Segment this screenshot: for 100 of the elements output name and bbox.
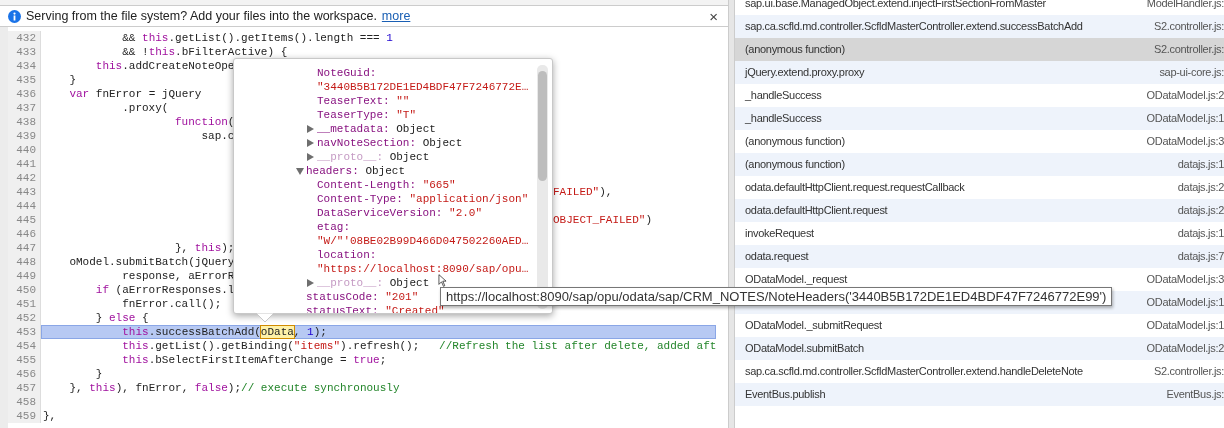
code-line: && this.getList().getItems().length === 1	[121, 31, 393, 45]
property-line: etag:	[317, 220, 350, 234]
property-line: __proto__: Object	[317, 150, 430, 164]
function-name: odata.defaultHttpClient.request.requestCallback	[745, 180, 965, 195]
code-line: }	[68, 73, 76, 87]
line-number: 456	[8, 367, 41, 381]
line-number: 452	[8, 311, 41, 325]
property-line: __proto__: Object	[317, 276, 430, 290]
line-number: 451	[8, 297, 41, 311]
property-line: headers: Object	[306, 164, 406, 178]
line-number: 459	[8, 409, 41, 423]
line-number: 435	[8, 73, 41, 87]
code-line: }, this);	[174, 241, 235, 255]
property-value: "https://localhost:8090/sap/opu…	[317, 262, 529, 276]
code-line: && !this.bFilterActive) {	[121, 45, 288, 59]
line-number: 433	[8, 45, 41, 59]
file-location: sap-ui-core.js:	[1159, 65, 1224, 80]
property-value: "3440B5B172DE1ED4BDF47F7246772E…	[317, 80, 529, 94]
line-number: 442	[8, 171, 41, 185]
function-name: jQuery.extend.proxy.proxy	[745, 65, 865, 80]
file-location: ODataModel.js:2	[1146, 341, 1224, 356]
file-location: ODataModel.js:2	[1146, 88, 1224, 103]
property-line: statusCode: "201"	[306, 290, 419, 304]
code-line: }	[94, 367, 103, 381]
file-location: S2.controller.js:	[1153, 42, 1224, 57]
code-line: if (aErrorResponses.l	[94, 283, 235, 297]
line-number: 450	[8, 283, 41, 297]
code-line: this.addCreateNoteOpe	[94, 59, 235, 73]
function-name: invokeRequest	[745, 226, 814, 241]
function-name: ODataModel._request	[745, 272, 847, 287]
code-line: var fnError = jQuery	[68, 87, 202, 101]
line-number: 454	[8, 339, 41, 353]
line-number: 441	[8, 157, 41, 171]
file-location: datajs.js:7	[1177, 249, 1224, 264]
code-line: function(	[174, 115, 235, 129]
code-line: response, aErrorR	[121, 269, 235, 283]
property-line: location:	[317, 248, 377, 262]
function-name: sap.ca.scfld.md.controller.ScfldMasterController.extend.handleDeleteNote	[745, 364, 1083, 379]
function-name: ODataModel.submitBatch	[745, 341, 864, 356]
property-line: navNoteSection: Object	[317, 136, 463, 150]
file-location: EventBus.js:	[1166, 387, 1224, 402]
code-line: fnError.call();	[121, 297, 222, 311]
line-number: 436	[8, 87, 41, 101]
function-name: sap.ui.base.ManagedObject.extend.injectFirstSectionFromMaster	[745, 0, 1046, 11]
function-name: (anonymous function)	[745, 134, 845, 149]
line-number: 438	[8, 115, 41, 129]
code-line: oModel.submitBatch(jQuery	[68, 255, 235, 269]
code-line: },	[42, 409, 57, 423]
file-location: ModelHandler.js:	[1146, 0, 1224, 11]
code-line: } else {	[94, 311, 149, 325]
line-number: 432	[8, 31, 41, 45]
line-number: 439	[8, 129, 41, 143]
file-location: datajs.js:2	[1177, 203, 1224, 218]
line-number: 457	[8, 381, 41, 395]
info-message: Serving from the file system? Add your files into the workspace.	[26, 7, 377, 25]
line-number: 437	[8, 101, 41, 115]
code-line: .proxy(	[121, 101, 169, 115]
url-tooltip: https://localhost:8090/sap/opu/odata/sap/CRM_NOTES/NoteHeaders('3440B5B172DE1ED4BDF47F7246772E99')	[440, 287, 1113, 306]
line-number: 434	[8, 59, 41, 73]
code-line: this.bSelectFirstItemAfterChange = true;	[121, 353, 387, 367]
property-line: TeaserText: ""	[317, 94, 410, 108]
code-line: sap.c	[200, 129, 235, 143]
line-number: 447	[8, 241, 41, 255]
property-line: TeaserType: "T"	[317, 108, 417, 122]
line-number: 448	[8, 255, 41, 269]
property-line: NoteGuid:	[317, 66, 377, 80]
property-line: __metadata: Object	[317, 122, 436, 136]
line-number: 445	[8, 213, 41, 227]
line-number: 458	[8, 395, 41, 409]
file-location: datajs.js:2	[1177, 180, 1224, 195]
function-name: (anonymous function)	[745, 42, 845, 57]
property-line: DataServiceVersion: "2.0"	[317, 206, 483, 220]
code-fragment: FAILED"),	[552, 185, 613, 199]
function-name: odata.defaultHttpClient.request	[745, 203, 888, 218]
function-name: sap.ca.scfld.md.controller.ScfldMasterController.extend.successBatchAdd	[745, 19, 1083, 34]
function-name: (anonymous function)	[745, 157, 845, 172]
line-number: 446	[8, 227, 41, 241]
file-location: S2.controller.js:	[1153, 364, 1224, 379]
property-line: Content-Length: "665"	[317, 178, 456, 192]
function-name: _handleSuccess	[745, 111, 822, 126]
property-value: "W/"'08BE02B99D466D047502260AED…	[317, 234, 529, 248]
function-name: odata.request	[745, 249, 809, 264]
file-location: ODataModel.js:3	[1146, 272, 1224, 287]
code-fragment: OBJECT_FAILED")	[552, 213, 653, 227]
line-number: 444	[8, 199, 41, 213]
code-line: }, this), fnError, false);// execute synchronously	[68, 381, 400, 395]
file-location: datajs.js:1	[1177, 226, 1224, 241]
line-number: 443	[8, 185, 41, 199]
file-location: ODataModel.js:1	[1146, 318, 1224, 333]
function-name: _handleSuccess	[745, 88, 822, 103]
function-name: EventBus.publish	[745, 387, 826, 402]
file-location: S2.controller.js:	[1153, 19, 1224, 34]
code-line: this.getList().getBinding("items").refresh(); //Refresh the list after delete, added aft	[121, 339, 717, 353]
file-location: ODataModel.js:3	[1146, 134, 1224, 149]
function-name: ODataModel._submitRequest	[745, 318, 882, 333]
line-number: 449	[8, 269, 41, 283]
file-location: ODataModel.js:1	[1146, 111, 1224, 126]
line-number: 453	[8, 325, 41, 339]
line-number: 440	[8, 143, 41, 157]
file-location: datajs.js:1	[1177, 157, 1224, 172]
